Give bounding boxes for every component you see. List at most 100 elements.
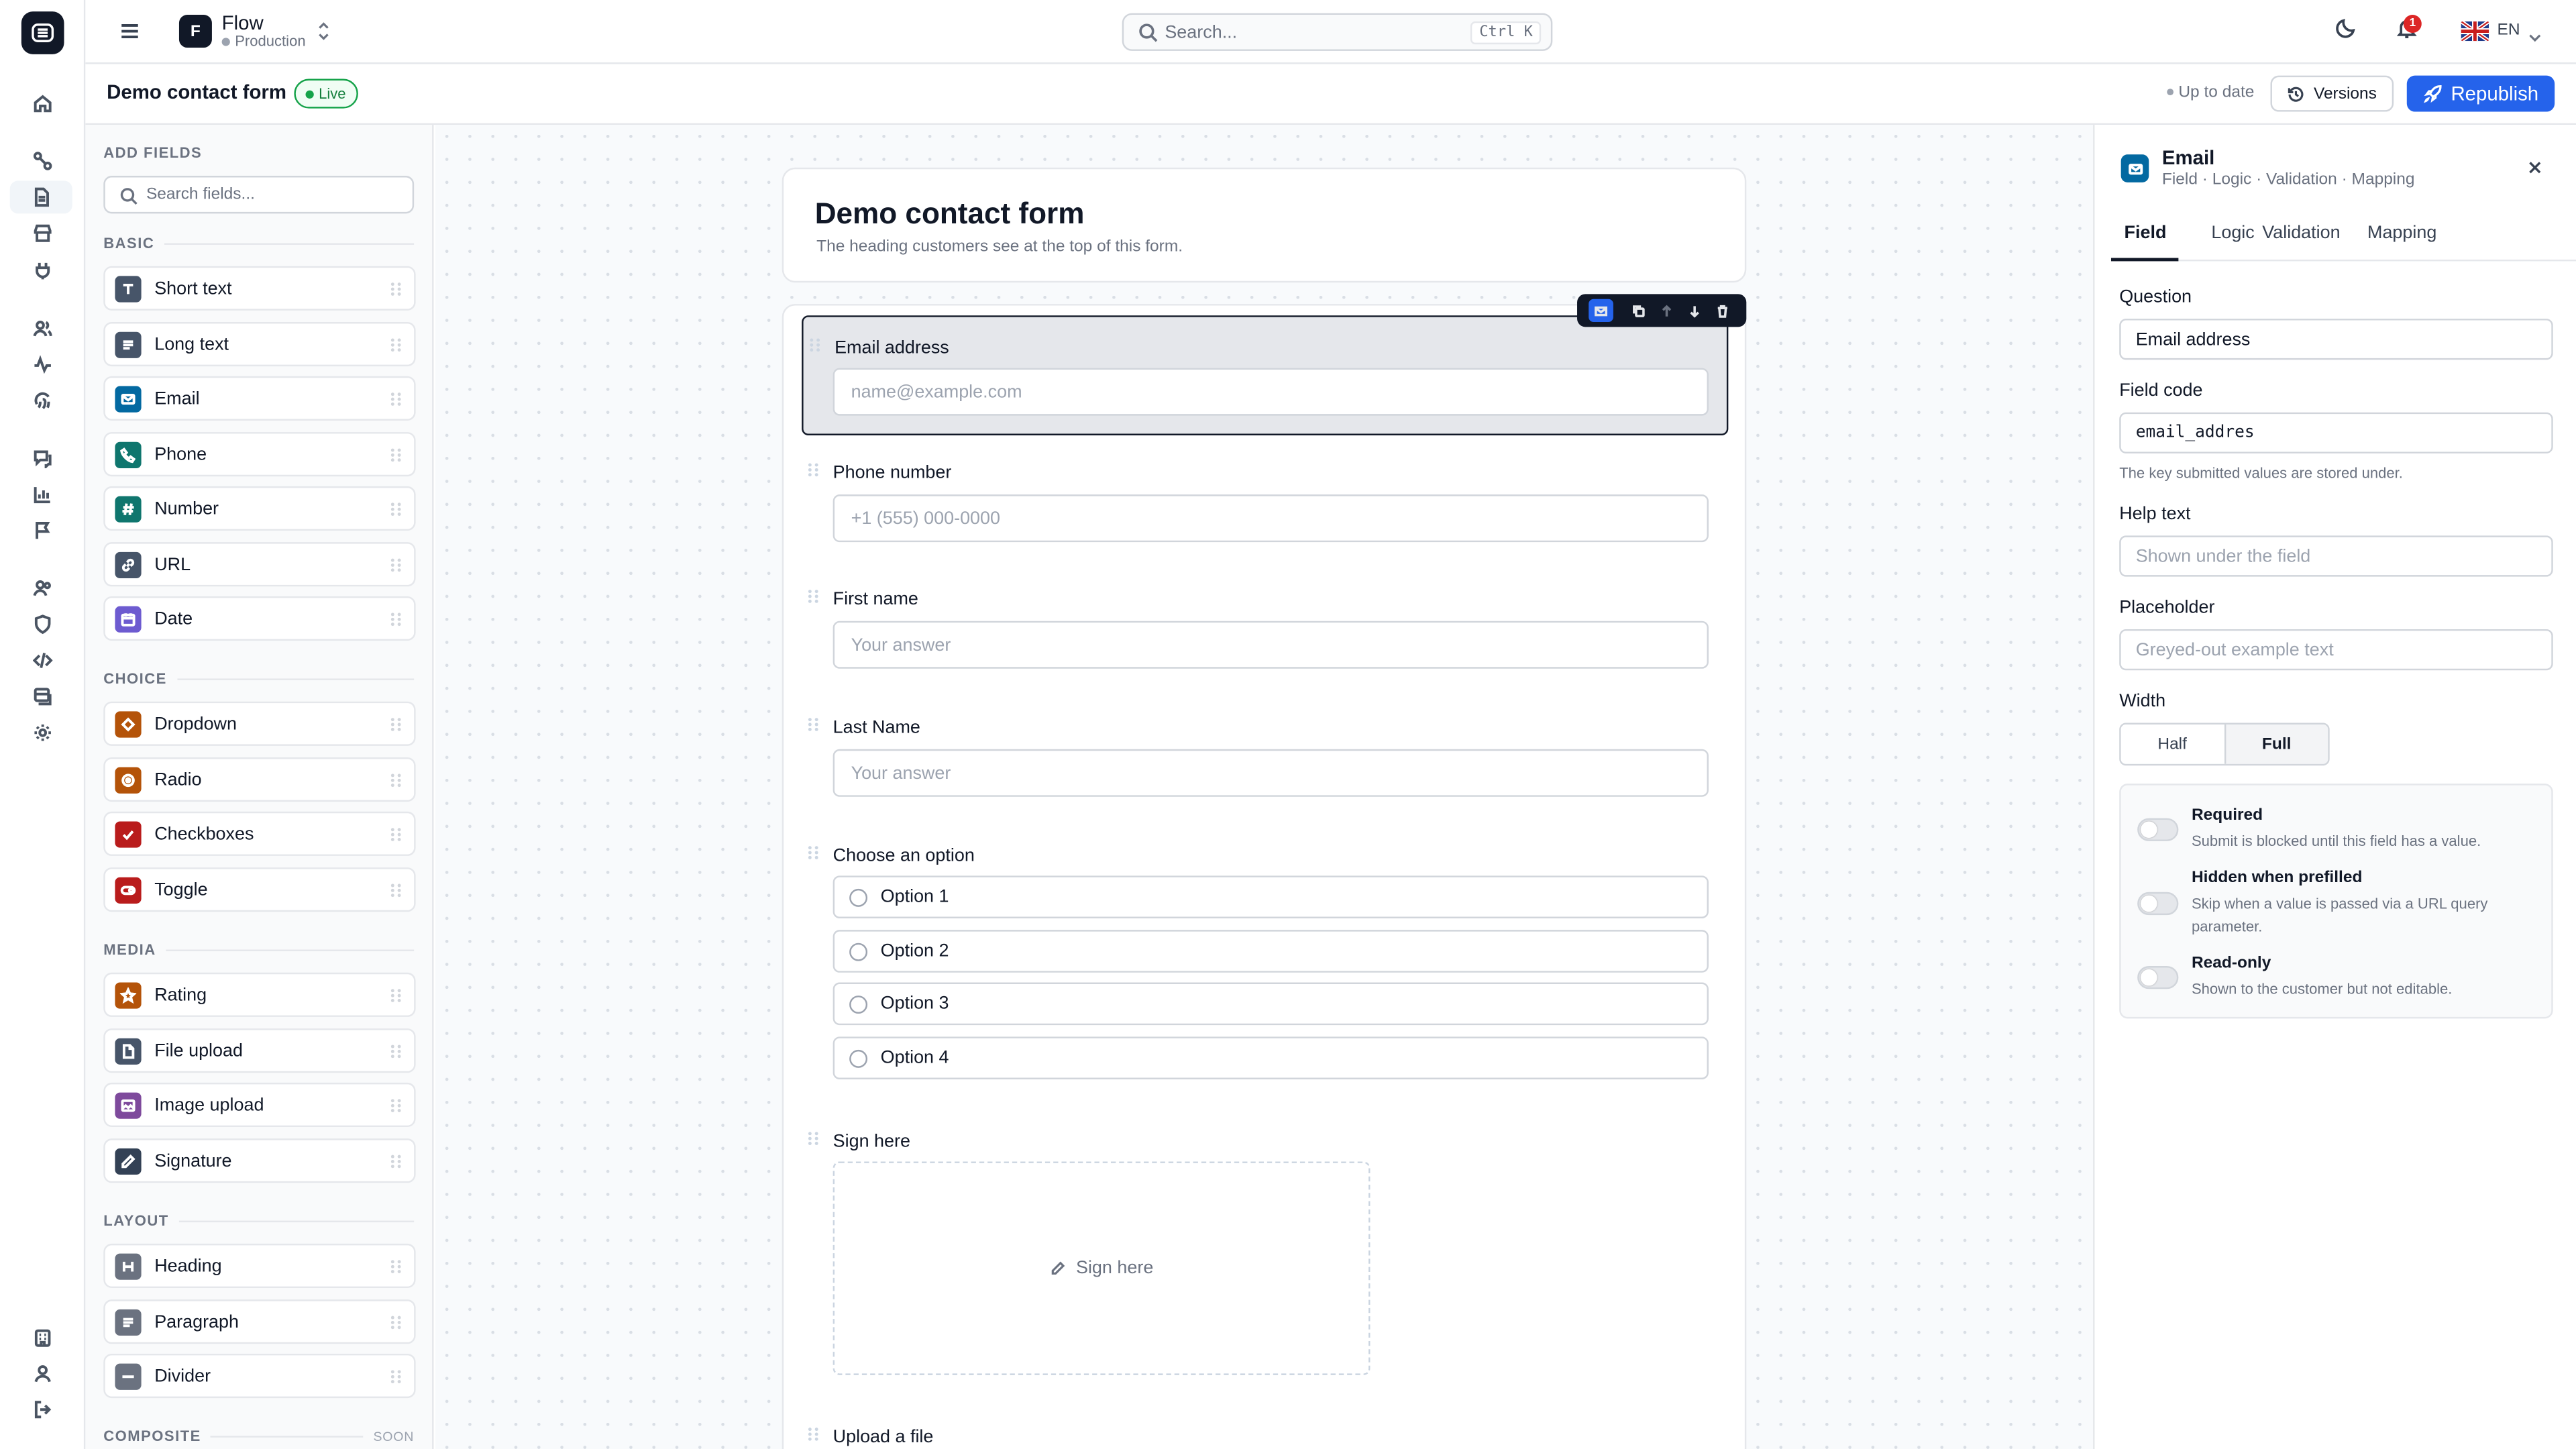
drag-handle-icon[interactable] — [808, 463, 818, 477]
trash-icon[interactable] — [1710, 299, 1735, 322]
building-icon[interactable] — [23, 1321, 62, 1354]
drag-handle-icon[interactable] — [390, 988, 401, 1002]
first-name-input[interactable]: Your answer — [833, 621, 1709, 669]
drag-handle-icon[interactable] — [390, 282, 401, 295]
form-field-last-name[interactable]: Last Name Your answer — [802, 698, 1728, 813]
global-search[interactable]: Search... Ctrl K — [1122, 13, 1553, 51]
palette-item-divider[interactable]: Divider — [103, 1353, 416, 1399]
form-field-email[interactable]: Email address name@example.com — [802, 294, 1747, 435]
language-selector[interactable]: EN — [2497, 21, 2520, 40]
radio-option[interactable]: Option 3 — [833, 982, 1709, 1026]
palette-item-dropdown[interactable]: Dropdown — [103, 701, 416, 746]
palette-item-short-text[interactable]: Short text — [103, 266, 416, 311]
arrow-up-icon[interactable] — [1654, 299, 1679, 322]
form-field-first-name[interactable]: First name Your answer — [802, 570, 1728, 685]
radio-option[interactable]: Option 1 — [833, 875, 1709, 918]
activity-icon[interactable] — [23, 348, 62, 381]
gear-icon[interactable] — [23, 716, 62, 749]
drag-handle-icon[interactable] — [390, 392, 401, 405]
phone-input[interactable]: +1 (555) 000-0000 — [833, 494, 1709, 543]
drag-handle-icon[interactable] — [390, 1259, 401, 1273]
palette-item-signature[interactable]: Signature — [103, 1138, 416, 1183]
team-icon[interactable] — [23, 572, 62, 604]
tab-field[interactable]: Field — [2125, 223, 2167, 243]
uk-flag-icon[interactable] — [2461, 21, 2489, 42]
versions-button[interactable]: Versions — [2270, 75, 2394, 112]
drag-handle-icon[interactable] — [390, 1098, 401, 1112]
drag-handle-icon[interactable] — [390, 557, 401, 572]
drag-handle-icon[interactable] — [390, 1315, 401, 1329]
drag-handle-icon[interactable] — [390, 827, 401, 841]
palette-item-rating[interactable]: Rating — [103, 972, 416, 1017]
radio-circle[interactable] — [849, 942, 868, 961]
palette-item-date[interactable]: Date — [103, 596, 416, 641]
close-icon[interactable] — [2527, 158, 2543, 180]
code-icon[interactable] — [23, 644, 62, 677]
palette-item-email[interactable]: Email — [103, 376, 416, 421]
question-input[interactable]: Email address — [2119, 319, 2553, 360]
bar-chart-icon[interactable] — [23, 478, 62, 511]
moon-icon[interactable] — [2334, 16, 2357, 44]
drag-handle-icon[interactable] — [390, 1369, 401, 1383]
placeholder-input[interactable]: Greyed-out example text — [2119, 629, 2553, 671]
database-icon[interactable] — [23, 680, 62, 713]
radio-option[interactable]: Option 4 — [833, 1036, 1709, 1079]
read-only-toggle[interactable] — [2137, 966, 2179, 989]
required-toggle[interactable] — [2137, 818, 2179, 841]
shield-icon[interactable] — [23, 608, 62, 641]
drag-handle-icon[interactable] — [390, 612, 401, 625]
drag-handle-icon[interactable] — [390, 773, 401, 786]
signature-pad[interactable]: Sign here — [833, 1161, 1371, 1375]
drag-handle-icon[interactable] — [808, 1428, 818, 1441]
radio-option[interactable]: Option 2 — [833, 930, 1709, 973]
palette-item-phone[interactable]: Phone — [103, 432, 416, 477]
drag-handle-icon[interactable] — [390, 716, 401, 731]
palette-item-checkboxes[interactable]: Checkboxes — [103, 811, 416, 856]
workflow-icon[interactable] — [23, 145, 62, 178]
palette-item-toggle[interactable]: Toggle — [103, 867, 416, 912]
radio-circle[interactable] — [849, 1049, 868, 1067]
tab-mapping[interactable]: Mapping — [2367, 223, 2436, 243]
palette-item-number[interactable]: Number — [103, 486, 416, 531]
tab-validation[interactable]: Validation — [2262, 223, 2340, 243]
width-full-option[interactable]: Full — [2223, 724, 2328, 764]
home-icon[interactable] — [23, 87, 62, 120]
palette-item-file-upload[interactable]: File upload — [103, 1028, 416, 1073]
chevron-down-icon[interactable] — [2528, 25, 2542, 48]
field-type-mail-icon[interactable] — [1589, 299, 1613, 323]
drag-handle-icon[interactable] — [390, 883, 401, 896]
chevron-updown-icon[interactable] — [317, 21, 331, 46]
drag-handle-icon[interactable] — [810, 338, 820, 352]
forms-icon[interactable] — [9, 180, 72, 214]
form-field-upload[interactable]: Upload a file — [802, 1408, 1728, 1449]
drag-handle-icon[interactable] — [390, 1044, 401, 1057]
palette-item-heading[interactable]: Heading — [103, 1243, 416, 1289]
form-heading-card[interactable]: Demo contact form The heading customers … — [782, 167, 1747, 283]
field-code-input[interactable]: email_addres — [2119, 412, 2553, 453]
width-half-option[interactable]: Half — [2121, 724, 2224, 764]
palette-item-long-text[interactable]: Long text — [103, 322, 416, 367]
plug-icon[interactable] — [23, 255, 62, 288]
form-field-signature[interactable]: Sign here Sign here — [802, 1112, 1728, 1375]
form-field-phone[interactable]: Phone number +1 (555) 000-0000 — [802, 443, 1728, 558]
hidden-when-prefilled-toggle[interactable] — [2137, 892, 2179, 916]
fingerprint-icon[interactable] — [23, 384, 62, 417]
field-search-input[interactable]: Search fields... — [103, 176, 415, 214]
arrow-down-icon[interactable] — [1682, 299, 1707, 322]
palette-item-url[interactable]: URL — [103, 542, 416, 587]
store-icon[interactable] — [23, 217, 62, 250]
drag-handle-icon[interactable] — [808, 718, 818, 731]
app-logo[interactable] — [21, 11, 64, 54]
menu-icon[interactable] — [118, 19, 141, 48]
drag-handle-icon[interactable] — [808, 590, 818, 603]
duplicate-icon[interactable] — [1627, 299, 1652, 322]
republish-button[interactable]: Republish — [2406, 75, 2555, 112]
palette-item-image-upload[interactable]: Image upload — [103, 1082, 416, 1128]
drag-handle-icon[interactable] — [390, 1154, 401, 1168]
tab-logic[interactable]: Logic — [2211, 223, 2254, 243]
drag-handle-icon[interactable] — [390, 502, 401, 515]
project-avatar[interactable]: F — [178, 15, 212, 48]
radio-circle[interactable] — [849, 888, 868, 906]
drag-handle-icon[interactable] — [390, 447, 401, 461]
palette-item-paragraph[interactable]: Paragraph — [103, 1299, 416, 1344]
